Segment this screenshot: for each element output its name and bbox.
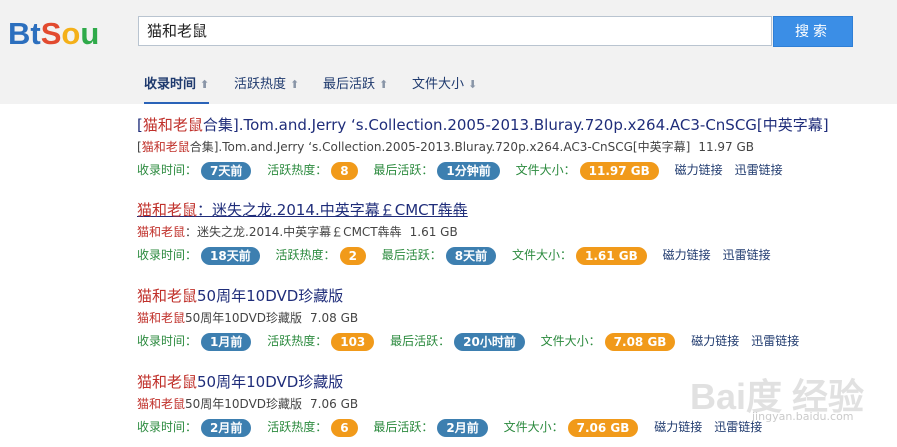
added-label: 收录时间：: [137, 163, 198, 177]
added-label: 收录时间：: [137, 420, 198, 434]
heat-badge: 103: [331, 332, 375, 351]
heat-label: 活跃热度：: [267, 163, 328, 177]
size-badge: 11.97 GB: [579, 161, 659, 180]
result-meta: 收录时间： 1月前 活跃热度： 103 最后活跃： 20小时前 文件大小： 7.08 G…: [137, 330, 811, 352]
result-item: [猫和老鼠合集].Tom.and.Jerry ‘s.Collection.200…: [137, 114, 829, 181]
sort-label: 最后活跃: [323, 77, 376, 92]
sort-label: 文件大小: [412, 77, 465, 92]
title-highlight: 猫和老鼠: [137, 373, 198, 391]
title-rest: 50周年10DVD珍藏版: [197, 373, 344, 391]
sub-rest: 50周年10DVD珍藏版: [185, 311, 303, 325]
magnet-link[interactable]: 磁力链接: [691, 334, 739, 348]
heat-badge: 2: [339, 246, 366, 265]
added-badge: 2月前: [201, 418, 252, 437]
sub-size: 11.97 GB: [698, 140, 755, 154]
logo-letter: t: [30, 16, 41, 51]
result-meta: 收录时间： 18天前 活跃热度： 2 最后活跃： 8天前 文件大小： 1.61 GB 磁…: [137, 244, 783, 266]
result-title[interactable]: 猫和老鼠50周年10DVD珍藏版: [137, 285, 811, 307]
heat-label: 活跃热度：: [267, 334, 328, 348]
result-filename: 猫和老鼠50周年10DVD珍藏版 7.06 GB: [137, 395, 774, 413]
last-badge: 2月前: [437, 418, 488, 437]
sub-rest: 50周年10DVD珍藏版: [185, 397, 303, 411]
search-input[interactable]: 猫和老鼠: [138, 16, 772, 46]
heat-badge: 6: [331, 418, 358, 437]
result-filename: 猫和老鼠：迷失之龙.2014.中英字幕￡CMCT犇犇 1.61 GB: [137, 223, 783, 241]
site-logo[interactable]: BtSou: [8, 14, 99, 54]
logo-letter: u: [80, 16, 100, 51]
logo-letter: S: [40, 16, 62, 51]
result-item: 猫和老鼠：迷失之龙.2014.中英字幕￡CMCT犇犇 猫和老鼠：迷失之龙.201…: [137, 199, 783, 266]
sub-size: 7.06 GB: [310, 397, 359, 411]
title-rest: ：迷失之龙.2014.中英字幕￡CMCT犇犇: [197, 201, 468, 219]
logo-letter: B: [8, 16, 31, 51]
sort-added[interactable]: 收录时间 ⬆: [144, 66, 210, 104]
heat-badge: 8: [331, 161, 358, 180]
sub-highlight: 猫和老鼠: [137, 225, 186, 239]
result-item: 猫和老鼠50周年10DVD珍藏版 猫和老鼠50周年10DVD珍藏版 7.06 GB…: [137, 371, 774, 438]
sub-highlight: 猫和老鼠: [141, 140, 190, 154]
sub-highlight: 猫和老鼠: [137, 311, 186, 325]
size-badge: 7.06 GB: [567, 418, 639, 437]
title-rest: 合集].Tom.and.Jerry ‘s.Collection.2005-201…: [202, 116, 829, 134]
sub-highlight: 猫和老鼠: [137, 397, 186, 411]
result-item: 猫和老鼠50周年10DVD珍藏版 猫和老鼠50周年10DVD珍藏版 7.08 GB…: [137, 285, 811, 352]
sort-label: 收录时间: [144, 77, 197, 92]
title-rest: 50周年10DVD珍藏版: [197, 287, 344, 305]
search-button[interactable]: 搜索: [773, 16, 853, 47]
size-label: 文件大小：: [515, 163, 576, 177]
size-label: 文件大小：: [503, 420, 564, 434]
size-badge: 7.08 GB: [604, 332, 676, 351]
header-bar: BtSou 猫和老鼠 搜索 收录时间 ⬆ 活跃热度 ⬆ 最后活跃 ⬆ 文件大小 ⬇: [0, 0, 897, 104]
sort-last-active[interactable]: 最后活跃 ⬆: [323, 66, 388, 104]
sub-rest: ：迷失之龙.2014.中英字幕￡CMCT犇犇: [185, 225, 402, 239]
thunder-link[interactable]: 迅雷链接: [751, 334, 799, 348]
size-badge: 1.61 GB: [575, 246, 647, 265]
last-label: 最后活跃：: [373, 420, 434, 434]
last-label: 最后活跃：: [381, 248, 442, 262]
last-badge: 8天前: [445, 246, 497, 265]
magnet-link[interactable]: 磁力链接: [675, 163, 723, 177]
title-highlight: 猫和老鼠: [137, 201, 198, 219]
last-label: 最后活跃：: [390, 334, 451, 348]
added-label: 收录时间：: [137, 334, 198, 348]
heat-label: 活跃热度：: [275, 248, 336, 262]
last-label: 最后活跃：: [373, 163, 434, 177]
sub-rest: 合集].Tom.and.Jerry ‘s.Collection.2005-201…: [189, 140, 691, 154]
arrow-up-icon: ⬆: [379, 78, 389, 91]
result-title[interactable]: [猫和老鼠合集].Tom.and.Jerry ‘s.Collection.200…: [137, 114, 829, 136]
thunder-link[interactable]: 迅雷链接: [723, 248, 771, 262]
arrow-up-icon: ⬆: [200, 78, 210, 91]
logo-letter: o: [61, 16, 81, 51]
result-title[interactable]: 猫和老鼠：迷失之龙.2014.中英字幕￡CMCT犇犇: [137, 199, 783, 221]
result-meta: 收录时间： 2月前 活跃热度： 6 最后活跃： 2月前 文件大小： 7.06 GB 磁力…: [137, 416, 774, 438]
arrow-down-icon: ⬇: [468, 78, 478, 91]
thunder-link[interactable]: 迅雷链接: [735, 163, 783, 177]
last-badge: 20小时前: [454, 332, 525, 351]
sort-label: 活跃热度: [234, 77, 287, 92]
sub-size: 1.61 GB: [409, 225, 458, 239]
baidu-watermark-url: jingyan.baidu.com: [752, 410, 854, 423]
added-label: 收录时间：: [137, 248, 198, 262]
arrow-up-icon: ⬆: [290, 78, 300, 91]
result-title[interactable]: 猫和老鼠50周年10DVD珍藏版: [137, 371, 774, 393]
result-meta: 收录时间： 7天前 活跃热度： 8 最后活跃： 1分钟前 文件大小： 11.97 GB …: [137, 159, 829, 181]
added-badge: 7天前: [201, 161, 252, 180]
result-filename: [猫和老鼠合集].Tom.and.Jerry ‘s.Collection.200…: [137, 138, 829, 156]
heat-label: 活跃热度：: [267, 420, 328, 434]
magnet-link[interactable]: 磁力链接: [654, 420, 702, 434]
result-filename: 猫和老鼠50周年10DVD珍藏版 7.08 GB: [137, 309, 811, 327]
magnet-link[interactable]: 磁力链接: [663, 248, 711, 262]
last-badge: 1分钟前: [437, 161, 500, 180]
sort-heat[interactable]: 活跃热度 ⬆: [234, 66, 299, 104]
sort-file-size[interactable]: 文件大小 ⬇: [412, 66, 477, 104]
added-badge: 18天前: [201, 246, 260, 265]
sub-size: 7.08 GB: [310, 311, 359, 325]
title-highlight: 猫和老鼠: [137, 287, 198, 305]
size-label: 文件大小：: [540, 334, 601, 348]
size-label: 文件大小：: [511, 248, 572, 262]
added-badge: 1月前: [201, 332, 252, 351]
title-highlight: 猫和老鼠: [142, 116, 203, 134]
